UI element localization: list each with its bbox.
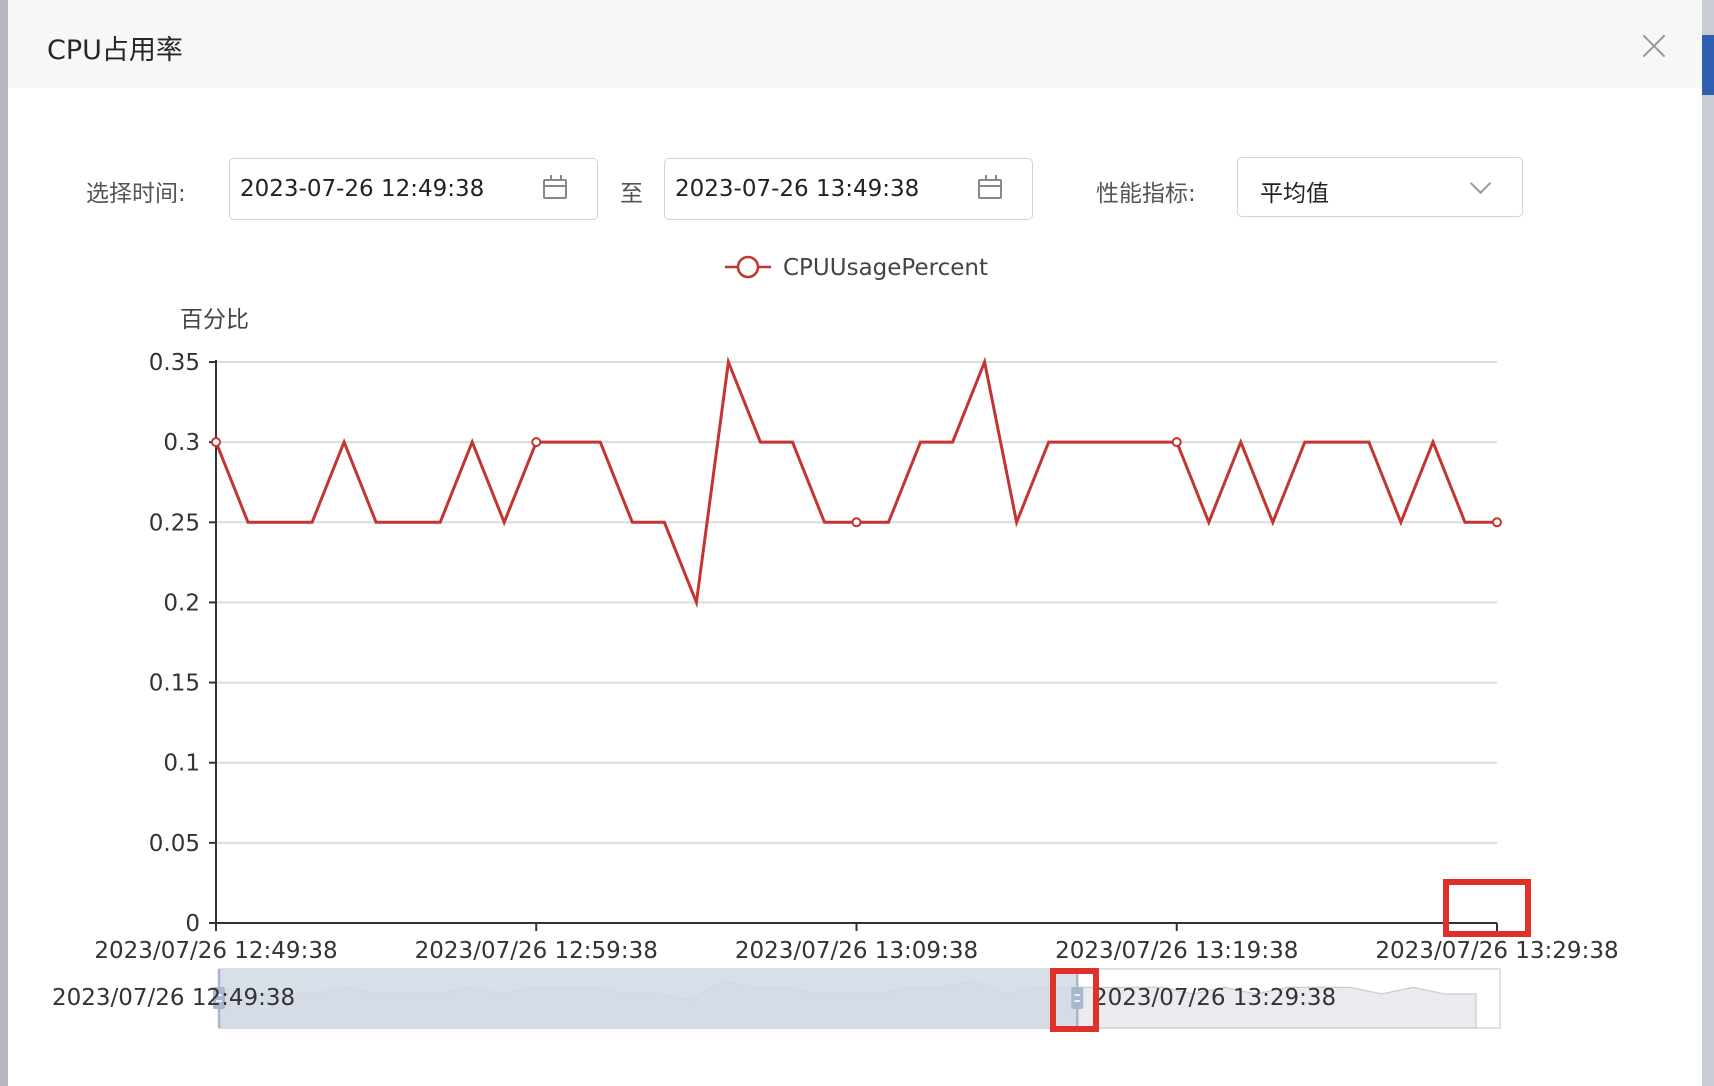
series-line[interactable]: [214, 356, 1497, 609]
y-tick-label: 0.15: [149, 671, 200, 697]
datazoom-start-label: 2023/07/26 12:49:38: [52, 985, 295, 1011]
datazoom-selection[interactable]: [219, 969, 1078, 1028]
x-tick-label: 2023/07/26 13:09:38: [735, 938, 978, 964]
cpu-line-chart: CPUUsagePercent 百分比 00.050.10.150.20.250…: [52, 255, 1619, 1032]
data-point[interactable]: [1492, 517, 1502, 528]
handle-grip-icon: [1071, 987, 1084, 1009]
x-tick-labels: 2023/07/26 12:49:38 2023/07/26 12:59:38 20…: [94, 938, 1618, 964]
y-tick-label: 0.25: [149, 510, 200, 536]
x-tick-label: 2023/07/26 12:59:38: [415, 938, 658, 964]
data-point[interactable]: [211, 437, 221, 448]
y-tick-label: 0.2: [163, 590, 200, 616]
x-tick-label: 2023/07/26 13:29:38: [1375, 938, 1618, 964]
legend-label: CPUUsagePercent: [783, 255, 988, 281]
x-tick-label: 2023/07/26 13:19:38: [1055, 938, 1298, 964]
legend[interactable]: CPUUsagePercent: [725, 255, 988, 281]
grid-lines: [216, 361, 1497, 844]
y-axis-title: 百分比: [180, 307, 249, 333]
y-tick-label: 0.1: [163, 751, 200, 777]
data-point[interactable]: [1171, 437, 1182, 448]
series-cpu-usage[interactable]: [211, 356, 1502, 609]
y-tick-label: 0: [185, 911, 200, 937]
y-tick-label: 0.05: [149, 831, 200, 857]
highlight-box-axis-end: [1443, 879, 1531, 937]
x-tick-label: 2023/07/26 12:49:38: [94, 938, 337, 964]
y-tick-label: 0.3: [163, 430, 200, 456]
datazoom-end-label: 2023/07/26 13:29:38: [1093, 985, 1336, 1011]
data-point[interactable]: [851, 517, 862, 528]
data-point[interactable]: [531, 437, 542, 448]
legend-marker-icon: [736, 255, 760, 279]
y-tick-label: 0.35: [149, 350, 200, 376]
y-tick-labels: 0 0.05 0.1 0.15 0.2 0.25 0.3 0.35: [149, 350, 200, 937]
